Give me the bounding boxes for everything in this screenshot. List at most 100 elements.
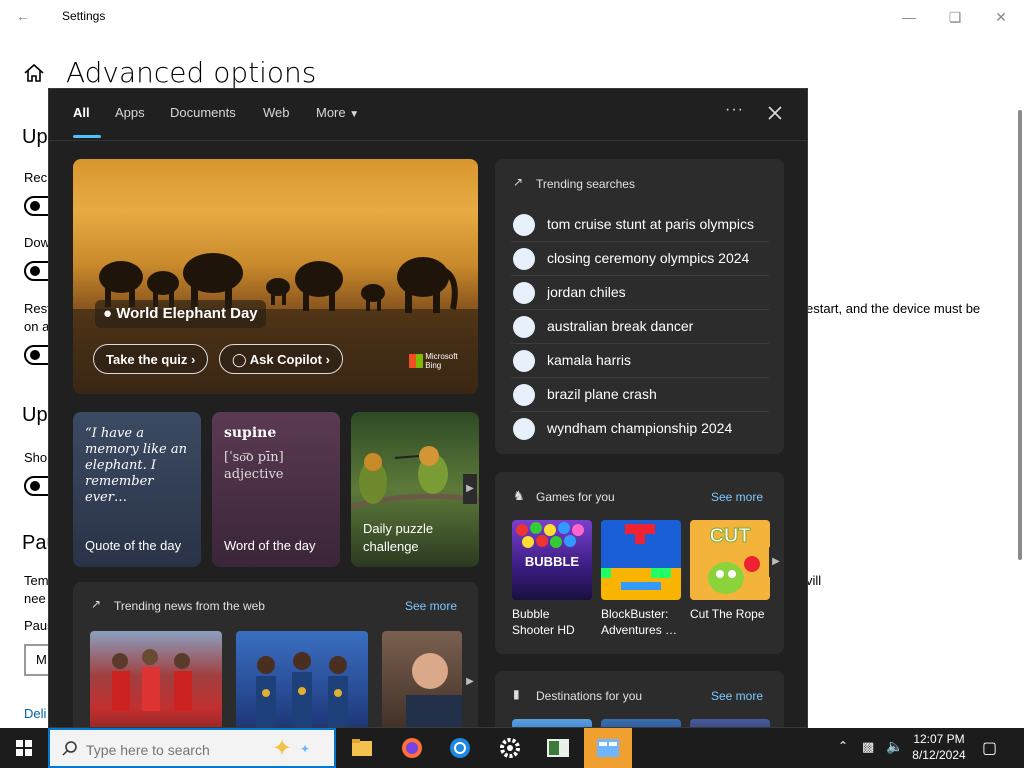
more-options-icon[interactable]: ···: [725, 101, 744, 119]
athletes-photo: [112, 649, 192, 711]
cut-the-rope-art: CUT: [708, 525, 760, 594]
quote-card-label: Quote of the day: [85, 538, 182, 553]
active-app-icon[interactable]: [584, 728, 632, 768]
brand-line-1: Microsoft: [425, 352, 458, 361]
app-window-icon[interactable]: [534, 728, 582, 768]
games-for-you-card: ♞ Games for you See more BUBBLE CUT ▶ Bu…: [495, 472, 784, 654]
firefox-logo-icon: [402, 738, 422, 758]
search-icon: [513, 282, 535, 304]
destination-thumbnail[interactable]: [690, 719, 770, 727]
settings-app-icon[interactable]: [486, 728, 534, 768]
location-pin-icon: ●: [103, 305, 113, 322]
chevron-right-icon: ›: [325, 352, 330, 367]
blockbuster-thumbnail[interactable]: [601, 520, 681, 600]
scrollbar[interactable]: [1018, 110, 1022, 560]
games-next-arrow[interactable]: ▶: [769, 547, 783, 577]
location-badge: ● World Elephant Day: [95, 300, 266, 328]
trending-item[interactable]: tom cruise stunt at paris olympics: [511, 208, 769, 242]
tab-documents[interactable]: Documents: [170, 105, 236, 120]
setting-label: on a: [24, 319, 50, 334]
sparkle-icon: ✦: [272, 735, 293, 762]
browser-icon[interactable]: [436, 728, 484, 768]
suitcase-icon: ▮: [513, 687, 520, 701]
location-label: World Elephant Day: [116, 305, 258, 322]
control-panel-icon: [597, 739, 619, 757]
destinations-see-more-link[interactable]: See more: [711, 689, 763, 703]
back-arrow-icon[interactable]: ←: [16, 8, 30, 24]
news-thumbnail[interactable]: [90, 631, 222, 727]
ask-copilot-button[interactable]: ◯ Ask Copilot ›: [219, 344, 343, 374]
firefox-icon[interactable]: [388, 728, 436, 768]
minimize-button[interactable]: —: [886, 6, 932, 28]
trending-item-text: closing ceremony olympics 2024: [547, 250, 750, 266]
setting-description: estart, and the device must be: [806, 301, 981, 316]
news-thumbnail[interactable]: [382, 631, 462, 727]
trending-item[interactable]: jordan chiles: [511, 276, 769, 310]
file-explorer-icon[interactable]: [338, 728, 386, 768]
search-input[interactable]: [86, 741, 256, 759]
folder-icon: [352, 739, 372, 756]
game-title[interactable]: BlockBuster: Adventures …: [601, 606, 683, 638]
clock[interactable]: 12:07 PM 8/12/2024: [906, 731, 972, 763]
tab-all[interactable]: All: [73, 105, 90, 120]
search-icon: [513, 384, 535, 406]
tab-more-label: More: [316, 105, 346, 120]
trending-item[interactable]: kamala harris: [511, 344, 769, 378]
destination-thumbnail[interactable]: [512, 719, 592, 727]
hero-card[interactable]: ● World Elephant Day Take the quiz › ◯ A…: [73, 159, 478, 394]
start-button[interactable]: [0, 728, 48, 768]
trending-item[interactable]: brazil plane crash: [511, 378, 769, 412]
trending-searches-title: Trending searches: [536, 177, 635, 191]
trending-item-text: brazil plane crash: [547, 386, 657, 402]
destination-thumbnail[interactable]: [601, 719, 681, 727]
game-title[interactable]: Bubble Shooter HD: [512, 606, 594, 638]
home-icon[interactable]: [23, 62, 45, 84]
setting-label: nee: [24, 591, 46, 606]
puzzle-card-label: Daily puzzle challenge: [363, 521, 434, 554]
microsoft-bing-logo: Microsoft Bing: [409, 352, 458, 370]
trending-item[interactable]: closing ceremony olympics 2024: [511, 242, 769, 276]
section-heading: Up: [22, 126, 48, 148]
setting-label: Rec: [24, 170, 48, 185]
tab-apps[interactable]: Apps: [115, 105, 145, 120]
quote-of-the-day-card[interactable]: “I have a memory like an elephant. I rem…: [73, 412, 201, 567]
game-title[interactable]: Cut The Rope: [690, 606, 772, 622]
window-title: Settings: [62, 9, 106, 23]
close-icon[interactable]: [767, 105, 783, 121]
destinations-for-you-card: ▮ Destinations for you See more: [495, 671, 784, 727]
trending-item[interactable]: australian break dancer: [511, 310, 769, 344]
team-usa-photo: [256, 652, 348, 727]
bubble-shooter-thumbnail[interactable]: BUBBLE: [512, 520, 592, 600]
trending-item[interactable]: wyndham championship 2024: [511, 412, 769, 446]
chevron-up-icon[interactable]: ⌃: [838, 739, 848, 753]
news-thumbnail[interactable]: [236, 631, 368, 727]
news-see-more-link[interactable]: See more: [405, 599, 457, 613]
notifications-icon[interactable]: ▢: [982, 738, 997, 758]
word-of-the-day-card[interactable]: supine [ˈso͞o pīn] adjective Word of the…: [212, 412, 340, 567]
news-next-arrow[interactable]: ▶: [463, 667, 477, 697]
chat-bubble-icon: ◯: [232, 352, 247, 367]
close-window-button[interactable]: ✕: [978, 6, 1024, 28]
games-see-more-link[interactable]: See more: [711, 490, 763, 504]
carousel-next-arrow[interactable]: ▶: [463, 474, 477, 504]
trending-searches-card: ↗ Trending searches tom cruise stunt at …: [495, 159, 784, 454]
delivery-link[interactable]: Deli: [24, 706, 46, 721]
trending-item-text: jordan chiles: [547, 284, 626, 300]
news-title: Trending news from the web: [114, 599, 265, 613]
search-icon: [513, 418, 535, 440]
volume-muted-icon[interactable]: 🔈: [886, 738, 903, 755]
cut-the-rope-thumbnail[interactable]: CUT: [690, 520, 770, 600]
tab-more[interactable]: More ▼: [316, 105, 359, 120]
trending-news-card: ↗ Trending news from the web See more ▶: [73, 582, 478, 727]
daily-puzzle-card[interactable]: Daily puzzle challenge: [351, 412, 479, 567]
sparkle-icon: ✦: [300, 742, 311, 756]
gear-icon: [500, 738, 520, 758]
chess-piece-icon: ♞: [513, 488, 525, 503]
taskbar-search-box[interactable]: ✦ ✦: [48, 728, 336, 768]
take-quiz-button[interactable]: Take the quiz ›: [93, 344, 209, 374]
tab-web[interactable]: Web: [263, 105, 290, 120]
network-icon[interactable]: ▩: [862, 739, 874, 755]
trending-item-text: tom cruise stunt at paris olympics: [547, 216, 754, 232]
setting-label: Rest: [24, 301, 51, 316]
maximize-button[interactable]: ❏: [932, 6, 978, 28]
